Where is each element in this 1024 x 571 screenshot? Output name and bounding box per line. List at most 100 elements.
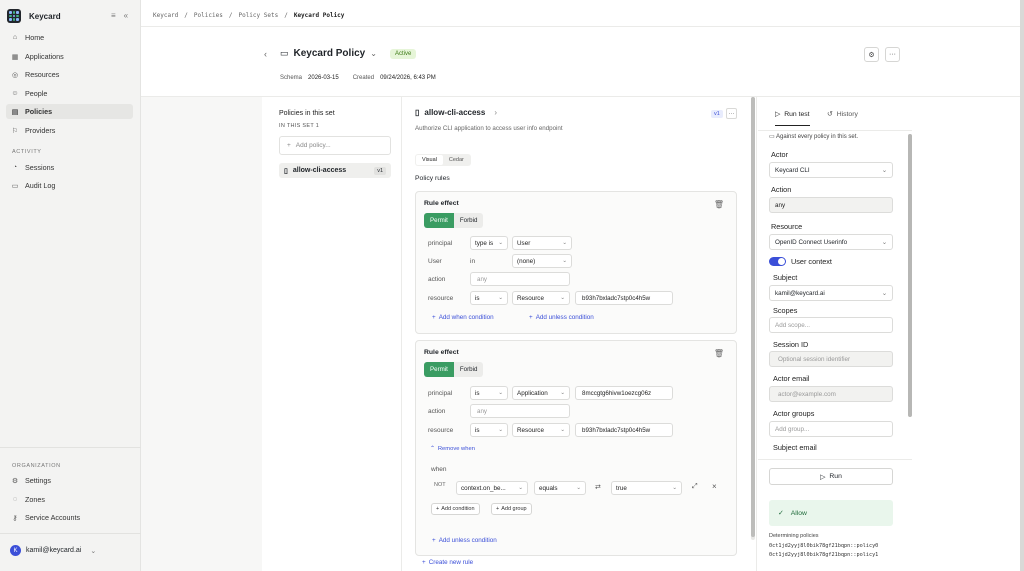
add-policy-input[interactable]: + Add policy... — [279, 136, 391, 155]
rule-card: Rule effect 🗑 Permit Forbid principal is… — [415, 340, 737, 556]
sidebar-item-settings[interactable]: ⚙ Settings — [6, 473, 133, 488]
condition-field-select[interactable]: context.on_be... ⌄ — [456, 481, 528, 495]
resource-type-select[interactable]: Resource ⌄ — [512, 291, 570, 305]
close-icon[interactable]: × — [712, 482, 717, 491]
sidebar-item-label: Policies — [25, 107, 53, 116]
breadcrumb-item[interactable]: Policies — [194, 12, 223, 19]
swap-icon[interactable]: ⇄ — [595, 483, 601, 491]
chevron-down-icon: ⌄ — [881, 289, 887, 297]
sidebar-item-providers[interactable]: ⚐ Providers — [6, 123, 133, 138]
link-label: Add unless condition — [535, 314, 594, 321]
tab-run-test[interactable]: ▷ Run test — [775, 110, 810, 126]
permit-button[interactable]: Permit — [424, 213, 454, 228]
chevron-down-icon: ⌄ — [576, 485, 581, 491]
user-context-toggle[interactable] — [769, 257, 786, 266]
sidebar-item-home[interactable]: ⌂ Home — [6, 30, 133, 45]
editor-scrollbar[interactable] — [751, 97, 755, 540]
trash-icon[interactable]: 🗑 — [714, 200, 724, 209]
select-value: Keycard CLI — [775, 166, 810, 174]
resource-operator-select[interactable]: is ⌄ — [470, 423, 508, 437]
settings-button[interactable]: ⚙ — [864, 47, 879, 62]
back-chevron-icon[interactable]: ‹ — [264, 49, 267, 59]
resource-id-input[interactable]: b93h7bxladc7stp0c4h5w — [575, 291, 673, 305]
subject-select[interactable]: kamil@keycard.ai ⌄ — [769, 285, 893, 301]
sidebar-item-resources[interactable]: ◎ Resources — [6, 67, 133, 82]
play-icon: ▷ — [820, 473, 826, 481]
sessions-icon: ◔ — [12, 164, 18, 171]
scopes-input[interactable]: Add scope... — [769, 317, 893, 333]
user-menu[interactable]: K kamil@keycard.ai ⌄ — [10, 545, 96, 556]
select-value: is — [475, 294, 480, 302]
scopes-label: Scopes — [773, 306, 798, 315]
actor-select[interactable]: Keycard CLI ⌄ — [769, 162, 893, 178]
chevron-down-icon: ⌄ — [498, 295, 503, 301]
resource-id-input[interactable]: b93h7bxladc7stp0c4h5w — [575, 423, 673, 437]
action-field[interactable]: any — [769, 197, 893, 213]
select-value: kamil@keycard.ai — [775, 289, 825, 297]
sidebar-item-people[interactable]: ☺ People — [6, 86, 133, 101]
collapse-sidebar-icon[interactable]: « — [124, 11, 128, 20]
action-input[interactable]: any — [470, 404, 570, 418]
principal-type-select[interactable]: Application ⌄ — [512, 386, 570, 400]
sidebar-item-zones[interactable]: ◌ Zones — [6, 492, 133, 507]
scrollbar-thumb[interactable] — [908, 134, 912, 417]
permit-button[interactable]: Permit — [424, 362, 454, 377]
policy-list-item[interactable]: ▯ allow-cli-access v1 — [279, 163, 391, 178]
scrollbar-thumb[interactable] — [751, 97, 755, 537]
condition-operator-select[interactable]: equals ⌄ — [534, 481, 586, 495]
select-value: (none) — [517, 257, 536, 265]
policy-more-button[interactable]: ··· — [726, 108, 737, 119]
tab-history[interactable]: ↺ History — [827, 110, 858, 119]
tab-label: History — [836, 110, 858, 118]
expand-icon[interactable]: ⤢ — [692, 483, 698, 491]
rule-effect-label: Rule effect — [424, 200, 459, 207]
chevron-right-icon[interactable]: › — [494, 108, 497, 117]
tab-visual[interactable]: Visual — [416, 155, 443, 165]
add-condition-button[interactable]: + Add condition — [431, 503, 480, 515]
action-row: action any — [428, 272, 570, 286]
principal-operator-select[interactable]: is ⌄ — [470, 386, 508, 400]
trash-icon[interactable]: 🗑 — [714, 349, 724, 358]
brand[interactable]: Keycard — [7, 9, 61, 23]
sidebar-item-applications[interactable]: ▦ Applications — [6, 49, 133, 64]
breadcrumb-item[interactable]: Keycard — [153, 12, 178, 19]
sidebar-item-label: Home — [25, 33, 45, 42]
more-options-button[interactable]: ··· — [885, 47, 900, 62]
sidebar-item-sessions[interactable]: ◔ Sessions — [6, 160, 133, 175]
subject-email-label: Subject email — [773, 443, 817, 452]
action-input[interactable]: any — [470, 272, 570, 286]
user-group-select[interactable]: (none) ⌄ — [512, 254, 572, 268]
sidebar-item-policies[interactable]: ▤ Policies — [6, 104, 133, 119]
add-unless-condition-link[interactable]: + Add unless condition — [432, 537, 497, 544]
principal-type-select[interactable]: User ⌄ — [512, 236, 572, 250]
app-window: Keycard ≡ « ⌂ Home ▦ Applications ◎ Resourc… — [0, 0, 1024, 571]
resource-operator-select[interactable]: is ⌄ — [470, 291, 508, 305]
forbid-button[interactable]: Forbid — [454, 362, 484, 377]
run-test-panel: ▷ Run test ↺ History ▭ Against every polic… — [758, 97, 912, 571]
create-new-rule-link[interactable]: + Create new rule — [422, 559, 473, 566]
user-row: User in (none) ⌄ — [428, 254, 572, 268]
file-icon: ▯ — [284, 167, 288, 175]
sidebar-item-service-accounts[interactable]: ⚷ Service Accounts — [6, 510, 133, 525]
principal-id-input[interactable]: 8mccgtg6hivw1oezcg06z — [575, 386, 673, 400]
session-id-input[interactable]: Optional session identifier — [769, 351, 893, 367]
tab-cedar[interactable]: Cedar — [443, 155, 470, 165]
panel-toggle-icon[interactable]: ≡ — [111, 11, 116, 20]
select-value: true — [616, 484, 627, 492]
actor-groups-input[interactable]: Add group... — [769, 421, 893, 437]
add-group-button[interactable]: + Add group — [491, 503, 532, 515]
remove-when-link[interactable]: ⌃ Remove when — [430, 446, 475, 452]
title-dropdown-chevron-icon[interactable]: ⌄ — [370, 49, 377, 58]
resource-select[interactable]: OpenID Connect Userinfo ⌄ — [769, 234, 893, 250]
principal-operator-select[interactable]: type is ⌄ — [470, 236, 508, 250]
actor-email-input[interactable]: actor@example.com — [769, 386, 893, 402]
run-button[interactable]: ▷ Run — [769, 468, 893, 485]
condition-value-select[interactable]: true ⌄ — [611, 481, 682, 495]
resource-type-select[interactable]: Resource ⌄ — [512, 423, 570, 437]
sidebar-item-audit-log[interactable]: ▭ Audit Log — [6, 178, 133, 193]
breadcrumb-item[interactable]: Policy Sets — [238, 12, 278, 19]
add-when-condition-link[interactable]: + Add when condition — [432, 314, 494, 321]
forbid-button[interactable]: Forbid — [454, 213, 484, 228]
run-panel-scrollbar[interactable] — [908, 134, 912, 417]
add-unless-condition-link[interactable]: + Add unless condition — [529, 314, 594, 321]
